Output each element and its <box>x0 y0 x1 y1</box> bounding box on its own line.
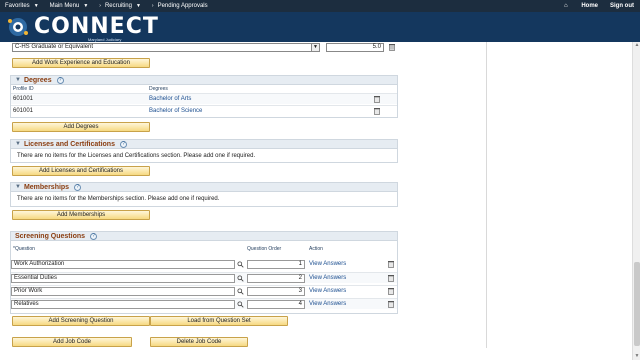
search-icon[interactable] <box>237 261 244 268</box>
section-title: Screening Questions <box>15 232 86 240</box>
add-screening-question-button[interactable]: Add Screening Question <box>12 316 150 326</box>
signout-link[interactable]: Sign out <box>610 3 634 9</box>
section-title: Degrees <box>23 76 52 84</box>
column-header: Action <box>309 246 323 252</box>
breadcrumb-recruiting[interactable]: › Recruiting ▼ <box>99 3 141 9</box>
question-order-input[interactable]: 1 <box>247 260 305 269</box>
chevron-down-icon: ▼ <box>83 3 89 9</box>
home-link[interactable]: ⌂ Home <box>552 3 598 9</box>
add-job-code-button[interactable]: Add Job Code <box>12 337 132 347</box>
trash-icon[interactable] <box>388 43 396 51</box>
section-title: Licenses and Certifications <box>23 140 115 148</box>
help-icon[interactable]: ? <box>56 76 64 84</box>
question-order-input[interactable]: 4 <box>247 300 305 309</box>
table-row: Essential Duties 2 View Answers <box>11 272 397 283</box>
divider <box>486 42 487 348</box>
section-title: Memberships <box>23 183 70 191</box>
table-row: Relatives 4 View Answers <box>11 298 397 309</box>
add-licenses-button[interactable]: Add Licenses and Certifications <box>12 166 150 176</box>
load-question-set-button[interactable]: Load from Question Set <box>150 316 288 326</box>
breadcrumb-pending-approvals[interactable]: › Pending Approvals <box>152 3 208 9</box>
degree-link[interactable]: Bachelor of Arts <box>149 96 191 102</box>
question-input[interactable]: Prior Work <box>11 287 235 296</box>
view-answers-link[interactable]: View Answers <box>309 275 346 281</box>
trash-icon[interactable] <box>373 107 381 115</box>
view-answers-link[interactable]: View Answers <box>309 301 346 307</box>
table-row: 601001 Bachelor of Science <box>11 105 397 116</box>
trash-icon[interactable] <box>387 300 395 308</box>
view-answers-link[interactable]: View Answers <box>309 288 346 294</box>
collapse-triangle-icon[interactable]: ▼ <box>15 141 21 147</box>
question-order-input[interactable]: 2 <box>247 274 305 283</box>
search-icon[interactable] <box>237 288 244 295</box>
licenses-section: ▼ Licenses and Certifications ? There ar… <box>10 139 398 163</box>
add-work-experience-button[interactable]: Add Work Experience and Education <box>12 58 150 68</box>
trash-icon[interactable] <box>387 287 395 295</box>
breadcrumb-label: Pending Approvals <box>157 3 208 9</box>
question-input[interactable]: Essential Duties <box>11 274 235 283</box>
add-memberships-button[interactable]: Add Memberships <box>12 210 150 220</box>
chevron-right-icon: › <box>99 3 101 9</box>
vertical-scrollbar[interactable]: ▲ ▼ <box>632 42 640 360</box>
column-header: Question Order <box>247 246 282 252</box>
chevron-down-icon: ▼ <box>135 3 141 9</box>
degree-link[interactable]: Bachelor of Science <box>149 108 202 114</box>
screening-section: Screening Questions ? *Question Question… <box>10 231 398 314</box>
help-icon[interactable]: ? <box>74 183 82 191</box>
question-input[interactable]: Work Authorization <box>11 260 235 269</box>
trash-icon[interactable] <box>387 274 395 282</box>
main-menu[interactable]: Main Menu ▼ <box>50 3 89 9</box>
main-menu-label: Main Menu <box>49 3 80 9</box>
collapse-triangle-icon[interactable]: ▼ <box>15 184 21 190</box>
trash-icon[interactable] <box>373 95 381 103</box>
memberships-header[interactable]: ▼ Memberships ? <box>11 183 397 192</box>
table-row: 601001 Bachelor of Arts <box>11 93 397 104</box>
scroll-down-icon[interactable]: ▼ <box>633 353 640 360</box>
collapse-triangle-icon[interactable]: ▼ <box>15 77 21 83</box>
degrees-header[interactable]: ▼ Degrees ? <box>11 76 397 85</box>
add-degrees-button[interactable]: Add Degrees <box>12 122 150 132</box>
column-header: *Question <box>13 246 35 252</box>
top-nav-bar: Favorites ▼ Main Menu ▼ › Recruiting ▼ ›… <box>0 0 640 12</box>
favorites-menu[interactable]: Favorites ▼ <box>5 3 39 9</box>
education-select[interactable]: C-HS Graduate or Equivalent ▼ <box>12 43 320 52</box>
table-row: Work Authorization 1 View Answers <box>11 259 397 270</box>
view-answers-link[interactable]: View Answers <box>309 261 346 267</box>
column-header: Profile ID <box>13 86 34 92</box>
help-icon[interactable]: ? <box>90 232 98 240</box>
profile-id-cell: 601001 <box>13 108 34 114</box>
delete-job-code-button[interactable]: Delete Job Code <box>150 337 248 347</box>
degrees-section: ▼ Degrees ? Profile ID Degrees 601001 Ba… <box>10 75 398 118</box>
brand-banner: CONNECT Maryland Judiciary <box>0 12 640 42</box>
search-icon[interactable] <box>237 301 244 308</box>
favorites-label: Favorites <box>5 3 30 9</box>
question-order-input[interactable]: 3 <box>247 287 305 296</box>
column-header: Degrees <box>149 86 168 92</box>
chevron-right-icon: › <box>151 3 154 9</box>
scroll-up-icon[interactable]: ▲ <box>633 42 640 49</box>
screening-header: Screening Questions ? <box>11 232 397 241</box>
trash-icon[interactable] <box>387 260 395 268</box>
scrollbar-thumb[interactable] <box>634 262 640 346</box>
question-input[interactable]: Relatives <box>11 300 235 309</box>
brand-name: CONNECT <box>34 14 159 39</box>
home-icon: ⌂ <box>564 3 570 9</box>
chevron-down-icon: ▼ <box>33 3 39 9</box>
education-row: C-HS Graduate or Equivalent ▼ 5.0 <box>10 42 398 54</box>
chevron-down-icon[interactable]: ▼ <box>311 44 319 51</box>
degrees-grid-header: Profile ID Degrees <box>11 86 397 93</box>
licenses-header[interactable]: ▼ Licenses and Certifications ? <box>11 140 397 149</box>
screening-grid-header: *Question Question Order Action <box>11 246 397 253</box>
help-icon[interactable]: ? <box>119 140 127 148</box>
memberships-section: ▼ Memberships ? There are no items for t… <box>10 182 398 207</box>
empty-message: There are no items for the Licenses and … <box>17 153 256 159</box>
education-value-input[interactable]: 5.0 <box>326 43 384 52</box>
profile-id-cell: 601001 <box>13 96 34 102</box>
table-row: Prior Work 3 View Answers <box>11 285 397 296</box>
search-icon[interactable] <box>237 275 244 282</box>
empty-message: There are no items for the Memberships s… <box>17 196 220 202</box>
connect-logo-icon <box>8 18 28 36</box>
breadcrumb-label: Recruiting <box>104 3 132 9</box>
